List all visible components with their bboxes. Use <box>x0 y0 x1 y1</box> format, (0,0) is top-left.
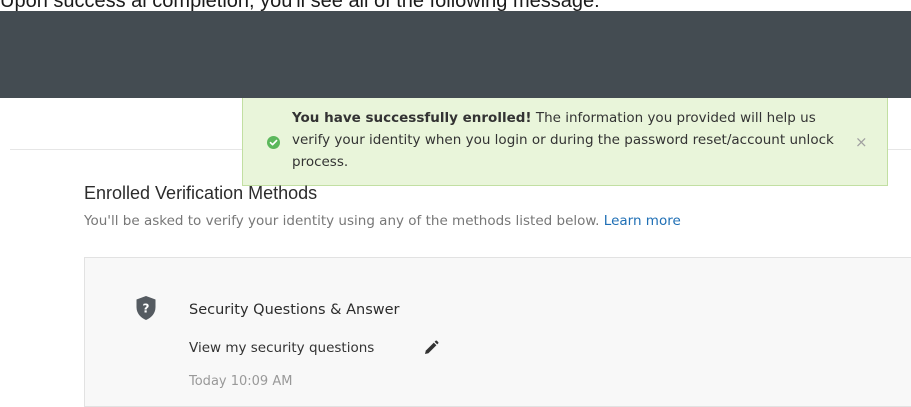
notification-text: You have successfully enrolled! The info… <box>292 107 852 173</box>
learn-more-link[interactable]: Learn more <box>604 213 681 229</box>
shield-question-icon: ? <box>136 296 156 320</box>
pencil-icon[interactable] <box>423 340 439 356</box>
section-title: Enrolled Verification Methods <box>84 183 318 203</box>
check-circle-icon <box>267 136 280 149</box>
top-caption: Upon success al completion, you'll see a… <box>0 0 600 12</box>
method-name: Security Questions & Answer <box>189 302 400 318</box>
success-notification: You have successfully enrolled! The info… <box>242 98 888 186</box>
view-security-questions-link[interactable]: View my security questions <box>189 338 374 358</box>
close-icon[interactable]: × <box>855 135 868 150</box>
header-bar <box>0 11 911 98</box>
notification-bold-text: You have successfully enrolled! <box>292 110 532 126</box>
subtitle-text: You'll be asked to verify your identity … <box>84 213 600 229</box>
enrolled-timestamp: Today 10:09 AM <box>189 374 293 389</box>
svg-text:?: ? <box>143 302 150 316</box>
security-questions-card: ? Security Questions & Answer View my se… <box>84 257 911 407</box>
section-subtitle: You'll be asked to verify your identity … <box>84 211 681 231</box>
